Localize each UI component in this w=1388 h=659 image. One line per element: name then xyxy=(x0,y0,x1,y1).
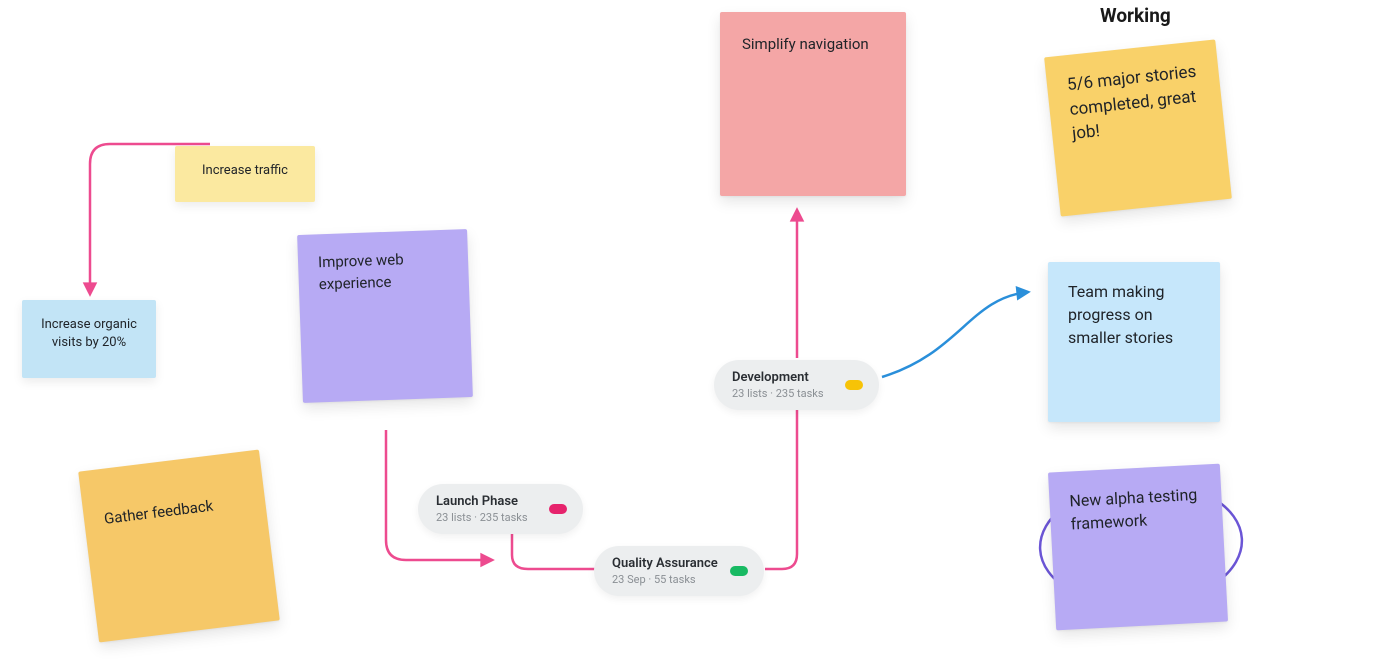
note-team-progress[interactable]: Team making progress on smaller stories xyxy=(1048,262,1220,422)
pill-title: Launch Phase xyxy=(436,494,537,509)
note-text: Team making progress on smaller stories xyxy=(1068,282,1173,347)
note-text: New alpha testing framework xyxy=(1069,485,1198,534)
pill-title: Quality Assurance xyxy=(612,556,718,571)
pill-sub: 23 lists · 235 tasks xyxy=(436,511,537,524)
whiteboard-canvas[interactable]: Working Increase organic visits by 20% I… xyxy=(0,0,1388,659)
pill-launch-phase[interactable]: Launch Phase 23 lists · 235 tasks xyxy=(418,484,583,534)
pill-title: Development xyxy=(732,370,833,385)
note-simplify-navigation[interactable]: Simplify navigation xyxy=(720,12,906,196)
note-text: Simplify navigation xyxy=(742,35,869,53)
status-dot-icon xyxy=(845,380,863,390)
note-increase-traffic[interactable]: Increase traffic xyxy=(175,146,315,202)
note-gather-feedback[interactable]: Gather feedback xyxy=(78,450,280,643)
note-alpha-testing[interactable]: New alpha testing framework xyxy=(1048,464,1228,631)
note-increase-organic[interactable]: Increase organic visits by 20% xyxy=(22,300,156,378)
note-text: Increase traffic xyxy=(202,163,288,178)
status-dot-icon xyxy=(730,566,748,576)
note-stories-completed[interactable]: 5/6 major stories completed, great job! xyxy=(1044,39,1232,216)
pill-sub: 23 lists · 235 tasks xyxy=(732,387,833,400)
note-text: Improve web experience xyxy=(318,250,404,293)
pill-sub: 23 Sep · 55 tasks xyxy=(612,573,718,586)
note-improve-web[interactable]: Improve web experience xyxy=(297,229,473,403)
section-heading-working: Working xyxy=(1100,4,1171,27)
pill-development[interactable]: Development 23 lists · 235 tasks xyxy=(714,360,879,410)
pill-quality-assurance[interactable]: Quality Assurance 23 Sep · 55 tasks xyxy=(594,546,764,596)
note-text: 5/6 major stories completed, great job! xyxy=(1066,62,1197,144)
note-text: Gather feedback xyxy=(103,497,214,528)
note-text: Increase organic visits by 20% xyxy=(41,317,137,350)
status-dot-icon xyxy=(549,504,567,514)
